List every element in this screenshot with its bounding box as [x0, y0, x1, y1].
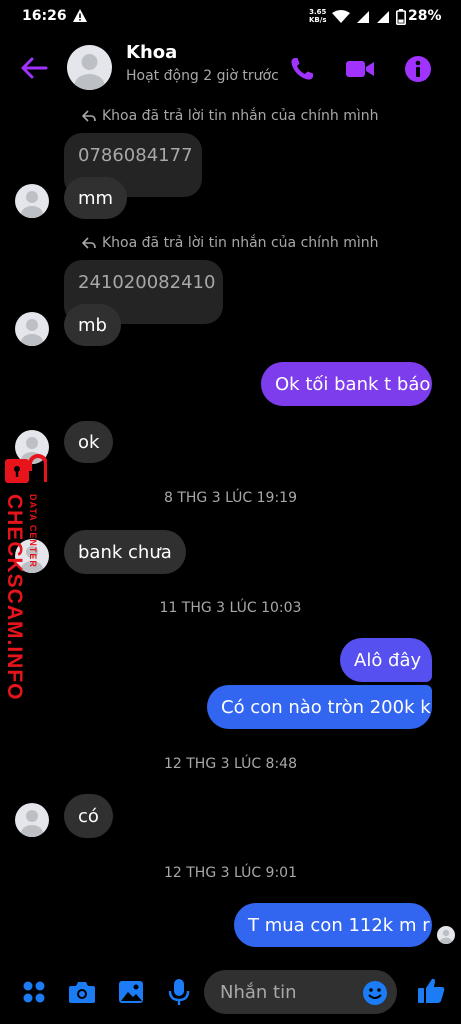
chat-header: Khoa Hoạt động 2 giờ trước — [0, 40, 461, 96]
thumbs-up-icon[interactable] — [416, 976, 446, 1006]
phone-icon[interactable] — [287, 54, 317, 84]
gallery-icon[interactable] — [117, 978, 145, 1006]
status-time: 16:26 — [22, 8, 67, 24]
microphone-icon[interactable] — [165, 978, 193, 1006]
signal-icon — [357, 11, 369, 23]
reply-note: Khoa đã trả lời tin nhắn của chính mình — [82, 108, 379, 124]
signal-icon-2 — [377, 11, 389, 23]
sender-avatar[interactable] — [15, 312, 49, 346]
video-icon[interactable] — [345, 54, 375, 84]
time-divider: 12 THG 3 LÚC 9:01 — [163, 865, 297, 881]
contact-name[interactable]: Khoa — [126, 42, 177, 63]
received-message[interactable]: mb — [64, 304, 121, 346]
camera-icon[interactable] — [68, 978, 96, 1006]
received-message[interactable]: ok — [64, 421, 114, 463]
reply-note: Khoa đã trả lời tin nhắn của chính mình — [82, 235, 379, 251]
warning-icon — [73, 9, 87, 22]
watermark-subtext: DATA CENTER — [28, 494, 38, 568]
sent-message[interactable]: Alô đây — [340, 638, 432, 682]
info-icon[interactable] — [403, 54, 433, 84]
wifi-icon — [332, 10, 350, 23]
status-bar: 16:26 3.65 KB/s 28% — [0, 0, 461, 34]
time-divider: 12 THG 3 LÚC 8:48 — [163, 756, 297, 772]
reply-icon — [82, 110, 96, 122]
received-message[interactable]: có — [64, 794, 113, 838]
time-divider: 8 THG 3 LÚC 19:19 — [163, 490, 297, 506]
contact-avatar[interactable] — [67, 45, 112, 90]
sent-message[interactable]: Ok tối bank t báo — [261, 362, 432, 406]
back-arrow-icon[interactable] — [18, 54, 50, 82]
emoji-icon[interactable] — [362, 980, 388, 1006]
message-composer — [0, 964, 461, 1024]
watermark: DATA CENTER CHECKSCAM.INFO — [0, 450, 48, 701]
network-speed: 3.65 KB/s — [309, 8, 327, 24]
sender-avatar[interactable] — [15, 184, 49, 218]
received-message[interactable]: bank chưa — [64, 530, 186, 574]
contact-activity: Hoạt động 2 giờ trước — [126, 68, 279, 84]
time-divider: 11 THG 3 LÚC 10:03 — [159, 600, 302, 616]
battery-percent: 28% — [408, 8, 442, 24]
seen-indicator-avatar — [437, 926, 455, 944]
watermark-text: CHECKSCAM.INFO — [3, 494, 26, 701]
sender-avatar[interactable] — [15, 803, 49, 837]
apps-icon[interactable] — [20, 978, 48, 1006]
lock-logo-icon — [5, 454, 47, 483]
reply-icon — [82, 237, 96, 249]
sent-message[interactable]: T mua con 112k m r — [234, 903, 432, 947]
received-message[interactable]: mm — [64, 177, 128, 219]
battery-icon — [396, 9, 406, 25]
sent-message[interactable]: Có con nào tròn 200k k — [207, 685, 432, 729]
